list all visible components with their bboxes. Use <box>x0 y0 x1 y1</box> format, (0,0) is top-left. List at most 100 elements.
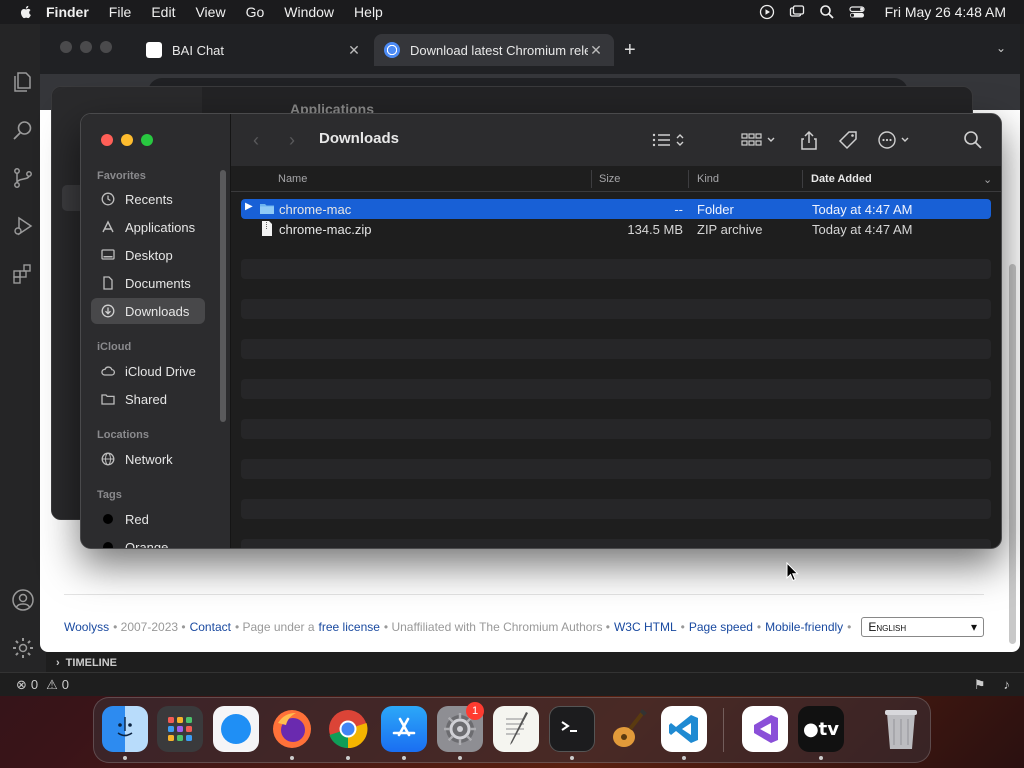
dock-firefox-icon[interactable] <box>269 706 315 752</box>
disclosure-triangle-icon[interactable]: ▶ <box>245 201 253 212</box>
close-window-button[interactable] <box>60 41 72 53</box>
empty-row-stripe <box>241 339 991 359</box>
sidebar-item-shared[interactable]: Shared <box>91 386 205 412</box>
menu-window[interactable]: Window <box>284 4 334 20</box>
tab-close-icon[interactable]: ✕ <box>346 42 362 59</box>
dock-vscode-icon[interactable] <box>661 706 707 752</box>
minimize-window-button[interactable] <box>80 41 92 53</box>
group-by-icon[interactable] <box>741 130 777 150</box>
search-icon[interactable] <box>963 130 983 150</box>
column-header-date-added[interactable]: Date Added <box>811 173 872 185</box>
sidebar-item-documents[interactable]: Documents <box>91 270 205 296</box>
timeline-panel-header[interactable]: › TIMELINE <box>46 652 1024 674</box>
error-icon[interactable]: ⊗ <box>16 677 27 693</box>
mobile-friendly-link[interactable]: Mobile-friendly <box>765 620 843 634</box>
zoom-window-button[interactable] <box>100 41 112 53</box>
tab-close-icon[interactable]: ✕ <box>588 42 604 59</box>
warning-icon[interactable]: ⚠ <box>46 677 58 693</box>
notifications-bell-icon[interactable]: ♪ <box>1004 677 1011 693</box>
extensions-icon[interactable] <box>11 262 35 286</box>
display-mirroring-icon[interactable] <box>789 4 805 20</box>
file-kind: Folder <box>697 202 734 217</box>
back-icon[interactable]: ‹ <box>253 130 259 151</box>
woolyss-link[interactable]: Woolyss <box>64 620 109 634</box>
sidebar-item-network[interactable]: Network <box>91 446 205 472</box>
dock-visual-studio-icon[interactable] <box>742 706 788 752</box>
w3c-html-link[interactable]: W3C HTML <box>614 620 677 634</box>
browser-tab-bar: BAI Chat ✕ Download latest Chromium rele… <box>40 24 1020 74</box>
explorer-icon[interactable] <box>11 70 35 94</box>
sidebar-item-tag-red[interactable]: Red <box>91 506 205 532</box>
run-debug-icon[interactable] <box>11 214 35 238</box>
dock-app-store-icon[interactable] <box>381 706 427 752</box>
error-count[interactable]: 0 <box>31 677 38 692</box>
column-header-kind[interactable]: Kind <box>697 173 719 185</box>
sidebar-item-recents[interactable]: Recents <box>91 186 205 212</box>
tab-search-chevron-icon[interactable]: ⌄ <box>996 41 1006 55</box>
sidebar-item-tag-orange[interactable]: Orange <box>91 534 205 548</box>
sidebar-scrollbar[interactable] <box>220 170 226 422</box>
column-header-size[interactable]: Size <box>599 173 620 185</box>
chromium-favicon-icon <box>384 42 400 58</box>
file-row-chrome-mac-zip[interactable]: chrome-mac.zip 134.5 MB ZIP archive Toda… <box>241 219 991 239</box>
menu-go[interactable]: Go <box>246 4 265 20</box>
page-scrollbar[interactable] <box>1009 264 1016 644</box>
file-date-added: Today at 4:47 AM <box>812 222 913 237</box>
account-icon[interactable] <box>11 588 35 612</box>
menu-finder[interactable]: Finder <box>46 4 89 20</box>
sidebar-item-label: Shared <box>125 391 167 407</box>
tab-chromium-download[interactable]: Download latest Chromium release ✕ <box>374 34 614 66</box>
dock-chrome-icon[interactable] <box>325 706 371 752</box>
sidebar-item-label: Desktop <box>125 247 173 263</box>
menu-clock[interactable]: Fri May 26 4:48 AM <box>885 4 1006 20</box>
source-control-icon[interactable] <box>11 166 35 190</box>
sidebar-item-desktop[interactable]: Desktop <box>91 242 205 268</box>
tag-icon[interactable] <box>837 130 859 150</box>
dock-textedit-icon[interactable] <box>493 706 539 752</box>
list-view-icon[interactable] <box>651 130 687 150</box>
minimize-window-button[interactable] <box>121 134 133 146</box>
menu-edit[interactable]: Edit <box>151 4 175 20</box>
menu-help[interactable]: Help <box>354 4 383 20</box>
forward-icon[interactable]: › <box>289 130 295 151</box>
dock-trash-icon[interactable] <box>878 706 924 752</box>
menu-file[interactable]: File <box>109 4 132 20</box>
free-license-link[interactable]: free license <box>319 620 380 634</box>
new-tab-button[interactable]: + <box>624 39 636 62</box>
settings-gear-icon[interactable] <box>11 636 35 660</box>
dock-terminal-icon[interactable] <box>549 706 595 752</box>
dock-apple-tv-icon[interactable]: ●tv <box>798 706 844 752</box>
file-row-chrome-mac[interactable]: ▶ chrome-mac -- Folder Today at 4:47 AM <box>241 199 991 219</box>
sort-chevron-down-icon[interactable]: ⌄ <box>983 173 992 186</box>
sidebar-item-applications[interactable]: Applications <box>91 214 205 240</box>
control-center-icon[interactable] <box>849 4 865 20</box>
search-icon[interactable] <box>11 118 35 142</box>
sidebar-item-icloud-drive[interactable]: iCloud Drive <box>91 358 205 384</box>
sidebar-item-downloads[interactable]: Downloads <box>91 298 205 324</box>
share-icon[interactable] <box>799 130 819 150</box>
window-title: Downloads <box>319 130 400 147</box>
language-select[interactable]: English ▾ <box>861 617 984 637</box>
spotlight-search-icon[interactable] <box>819 4 835 20</box>
column-header-name[interactable]: Name <box>278 173 307 185</box>
empty-row-stripe <box>241 419 991 439</box>
more-actions-icon[interactable] <box>877 130 915 150</box>
dock-safari-icon[interactable] <box>213 706 259 752</box>
dock-launchpad-icon[interactable] <box>157 706 203 752</box>
column-divider[interactable] <box>591 170 592 188</box>
page-speed-link[interactable]: Page speed <box>689 620 753 634</box>
dock-garageband-icon[interactable] <box>605 706 651 752</box>
zoom-window-button[interactable] <box>141 134 153 146</box>
feedback-icon[interactable]: ⚑ <box>974 677 986 693</box>
tab-bai-chat[interactable]: BAI Chat ✕ <box>136 34 372 66</box>
contact-link[interactable]: Contact <box>190 620 231 634</box>
screen-recording-icon[interactable] <box>759 4 775 20</box>
menu-view[interactable]: View <box>195 4 225 20</box>
dock-finder-icon[interactable] <box>102 706 148 752</box>
timeline-label: TIMELINE <box>65 657 118 669</box>
column-divider[interactable] <box>688 170 689 188</box>
apple-menu-icon[interactable] <box>18 4 34 20</box>
close-window-button[interactable] <box>101 134 113 146</box>
column-divider[interactable] <box>802 170 803 188</box>
warning-count[interactable]: 0 <box>62 677 69 692</box>
